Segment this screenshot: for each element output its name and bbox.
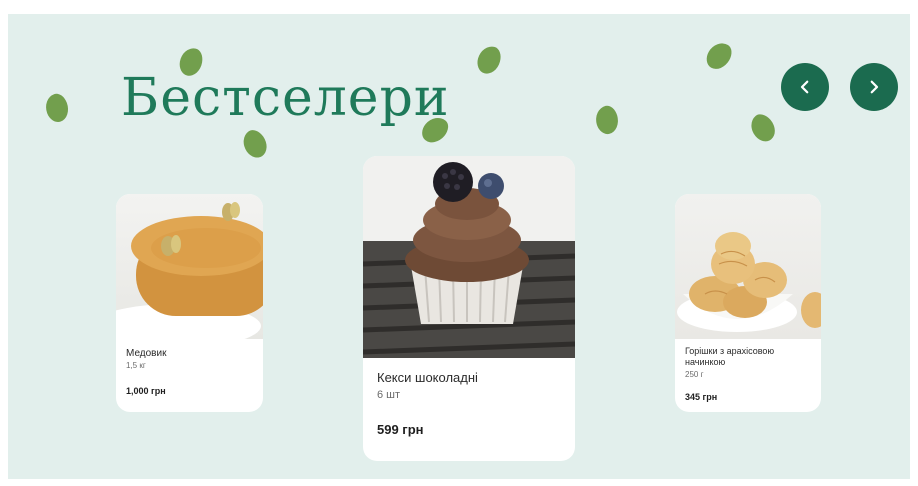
product-card-horishky[interactable]: Горішки з арахісовою начинкою 250 г 345 … <box>675 194 821 412</box>
product-name[interactable]: Медовик <box>126 348 166 359</box>
pistachio-leaf-icon <box>592 103 622 137</box>
carousel-next-button[interactable] <box>850 63 898 111</box>
product-price: 599 грн <box>377 422 424 437</box>
pistachio-leaf-icon <box>41 91 73 125</box>
pistachio-leaf-icon <box>702 38 736 74</box>
product-weight: 6 шт <box>377 389 401 401</box>
product-weight: 250 г <box>685 370 704 379</box>
product-image-cupcakes[interactable] <box>363 156 575 358</box>
chevron-right-icon <box>870 80 879 94</box>
bestsellers-section: Бестселери Медовик 1,5 кг 1,000 грн Кекс… <box>8 14 910 479</box>
product-price: 345 грн <box>685 392 718 402</box>
pistachio-leaf-icon <box>474 43 504 77</box>
pistachio-leaf-icon <box>745 110 781 146</box>
chevron-left-icon <box>800 80 809 94</box>
carousel-prev-button[interactable] <box>781 63 829 111</box>
product-image-horishky[interactable] <box>675 194 821 339</box>
product-card-medovyk[interactable]: Медовик 1,5 кг 1,000 грн <box>116 194 263 412</box>
section-title: Бестселери <box>121 68 450 128</box>
product-price: 1,000 грн <box>126 386 166 396</box>
product-name[interactable]: Горішки з арахісовою начинкою <box>685 346 805 368</box>
pistachio-leaf-icon <box>237 126 273 162</box>
product-weight: 1,5 кг <box>126 361 146 370</box>
product-card-cupcakes[interactable]: Кекси шоколадні 6 шт 599 грн <box>363 156 575 461</box>
product-image-medovyk[interactable] <box>116 194 263 339</box>
product-name[interactable]: Кекси шоколадні <box>377 370 478 385</box>
